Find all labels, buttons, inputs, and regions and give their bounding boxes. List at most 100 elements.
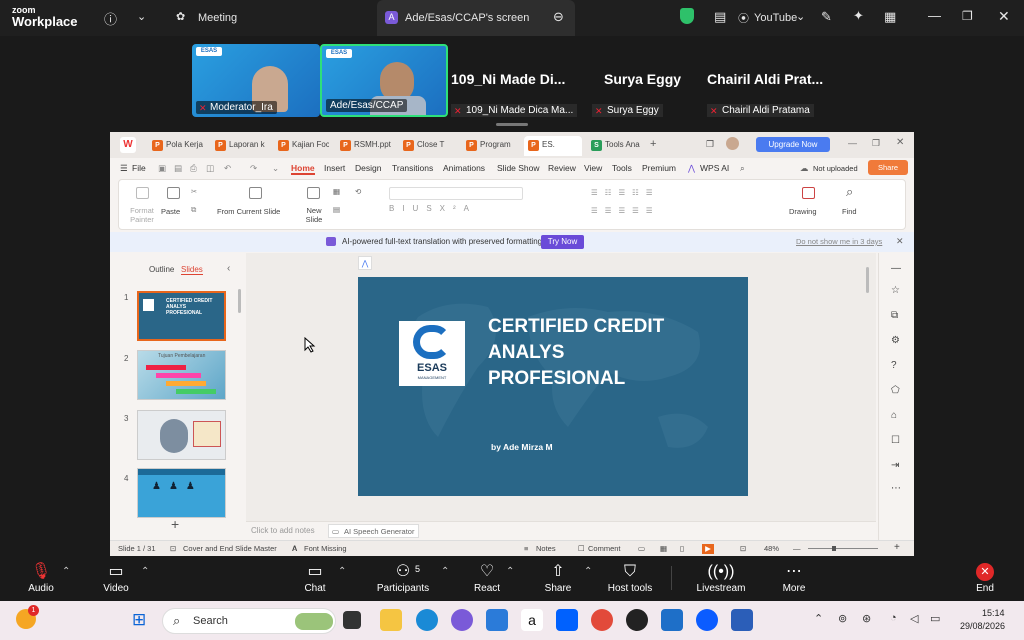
- menu-design[interactable]: Design: [355, 163, 381, 173]
- reading-view-icon[interactable]: ▯: [680, 544, 684, 553]
- chevron-down-icon[interactable]: ⌄: [137, 10, 146, 23]
- restore-icon[interactable]: ❐: [872, 138, 880, 149]
- menu-home[interactable]: Home: [291, 163, 315, 175]
- menu-slide-show[interactable]: Slide Show: [497, 163, 540, 173]
- youtube-label[interactable]: YouTube: [754, 12, 797, 24]
- document-tab[interactable]: P Pola Kerja: [148, 136, 206, 156]
- document-tab[interactable]: P Close T: [399, 136, 453, 156]
- collapse-panel-icon[interactable]: ‹: [227, 263, 230, 274]
- edge-icon[interactable]: [416, 609, 438, 631]
- undo-icon[interactable]: ↶: [224, 163, 231, 174]
- scrollbar[interactable]: [866, 267, 869, 293]
- info-icon[interactable]: ⓘ: [104, 9, 117, 28]
- tray-app-icon[interactable]: ⊚: [838, 612, 847, 625]
- menu-insert[interactable]: Insert: [324, 163, 345, 173]
- slide-thumbnail-4[interactable]: ♟♟♟: [137, 468, 226, 518]
- collapse-icon[interactable]: —: [891, 263, 901, 274]
- participant-tile[interactable]: Chairil Aldi Prat... ✕ Chairil Aldi Prata…: [707, 44, 837, 117]
- participant-tile-active-speaker[interactable]: ESAS Ade/Esas/CCAP: [320, 44, 448, 117]
- play-icon[interactable]: ▶: [702, 544, 714, 554]
- menu-view[interactable]: View: [584, 163, 602, 173]
- view-grid-icon[interactable]: ▦: [884, 9, 896, 25]
- chevron-up-icon[interactable]: ⌃: [62, 566, 70, 577]
- fit-icon[interactable]: ⊡: [740, 544, 746, 553]
- zoom-icon[interactable]: [696, 609, 718, 631]
- close-icon[interactable]: ✕: [896, 236, 904, 247]
- scrollbar[interactable]: [238, 289, 241, 313]
- notes-area[interactable]: Click to add notes ▭ AI Speech Generator: [246, 521, 876, 541]
- meeting-label[interactable]: Meeting: [198, 12, 237, 24]
- chevron-up-icon[interactable]: ⌃: [441, 566, 449, 577]
- current-slide[interactable]: ESAS MANAGEMENT CERTIFIED CREDIT ANALYS …: [358, 277, 748, 496]
- menu-tools[interactable]: Tools: [612, 163, 632, 173]
- window-list-icon[interactable]: ❐: [706, 139, 714, 150]
- new-slide-button[interactable]: New Slide: [302, 206, 326, 224]
- slide-thumbnail-3[interactable]: [137, 410, 226, 460]
- avatar[interactable]: [726, 137, 739, 150]
- comment-toggle[interactable]: Comment: [588, 544, 621, 553]
- tray-app-icon[interactable]: ⊛: [862, 612, 871, 625]
- photos-icon[interactable]: [661, 609, 683, 631]
- zoom-in-icon[interactable]: +: [894, 542, 900, 553]
- more-options-icon[interactable]: ⊖: [553, 9, 564, 25]
- copy-icon[interactable]: ⧉: [191, 205, 196, 215]
- chevron-up-icon[interactable]: ⌃: [141, 566, 149, 577]
- participant-tile[interactable]: ESAS ✕ Moderator_Ira: [192, 44, 320, 117]
- document-tab[interactable]: P Program: [462, 136, 517, 156]
- ai-assistant-icon[interactable]: ⋀: [358, 256, 372, 270]
- add-tab-icon[interactable]: +: [650, 138, 656, 150]
- chevron-up-icon[interactable]: ⌃: [814, 612, 823, 625]
- chevron-down-icon[interactable]: ⌄: [796, 10, 805, 23]
- alignment-icons[interactable]: ☰☰☰☰☰: [591, 206, 660, 215]
- redo-icon[interactable]: ↷: [250, 163, 257, 174]
- zoom-level[interactable]: 48%: [764, 544, 779, 553]
- zoom-out-icon[interactable]: —: [793, 544, 801, 553]
- notes-placeholder[interactable]: Click to add notes: [251, 526, 315, 535]
- audio-button[interactable]: 🎙 Audio: [6, 556, 76, 601]
- add-slide-icon[interactable]: +: [171, 516, 179, 532]
- video-button[interactable]: ▭ Video: [81, 556, 151, 601]
- notes-icon[interactable]: ▤: [714, 9, 726, 25]
- upgrade-button[interactable]: Upgrade Now: [756, 137, 830, 152]
- close-icon[interactable]: ✕: [998, 8, 1010, 25]
- amazon-icon[interactable]: a: [521, 609, 543, 631]
- participants-button[interactable]: ⚇ 5 Participants: [368, 556, 438, 601]
- react-button[interactable]: ♡ React: [452, 556, 522, 601]
- share-button[interactable]: ⇧ Share: [523, 556, 593, 601]
- livestream-button[interactable]: ((•)) Livestream: [686, 556, 756, 601]
- comment-icon[interactable]: ☐: [891, 435, 900, 446]
- ai-speech-generator-button[interactable]: ▭ AI Speech Generator: [328, 524, 420, 538]
- screen-share-tab[interactable]: A Ade/Esas/CCAP's screen ⊖: [377, 0, 575, 36]
- host-tools-button[interactable]: ⛉ Host tools: [595, 556, 665, 601]
- paragraph-icons[interactable]: ☰☷☰☷☰: [591, 188, 660, 197]
- menu-review[interactable]: Review: [548, 163, 576, 173]
- pen-icon[interactable]: ✎: [821, 9, 832, 25]
- slide-thumbnail-2[interactable]: Tujuan Pembelajaran: [137, 350, 226, 400]
- shape-icon[interactable]: ⬠: [891, 385, 900, 396]
- search-input[interactable]: ⌕ Search: [162, 608, 336, 634]
- battery-icon[interactable]: ▭: [930, 612, 940, 625]
- print-icon[interactable]: ⎙: [190, 163, 197, 174]
- wifi-icon[interactable]: ◔: [890, 612, 897, 624]
- menu-transitions[interactable]: Transitions: [392, 163, 433, 173]
- hamburger-icon[interactable]: ☰: [120, 163, 128, 174]
- participant-tile[interactable]: 109_Ni Made Di... ✕ 109_Ni Made Dica Ma..…: [451, 44, 581, 117]
- store-icon[interactable]: [486, 609, 508, 631]
- file-explorer-icon[interactable]: [380, 609, 402, 631]
- document-tab[interactable]: P RSMH.ppt: [336, 136, 392, 156]
- copilot-icon[interactable]: [451, 609, 473, 631]
- slide-thumbnail-1[interactable]: CERTIFIED CREDIT ANALYS PROFESIONAL: [137, 291, 226, 341]
- search-icon[interactable]: ⌕: [740, 163, 745, 174]
- normal-view-icon[interactable]: ▭: [638, 544, 645, 553]
- copy-icon[interactable]: ⧉: [891, 310, 898, 321]
- dropbox-icon[interactable]: [556, 609, 578, 631]
- tab-slides[interactable]: Slides: [181, 265, 203, 275]
- tab-outline[interactable]: Outline: [149, 265, 174, 274]
- more-icon[interactable]: ⌄: [272, 163, 279, 174]
- paste-button[interactable]: Paste: [161, 207, 180, 216]
- wps-logo-icon[interactable]: W: [120, 137, 136, 153]
- slide-editor-canvas[interactable]: ⋀ ESAS MANAGEMENT CERTIFIED CREDIT ANALY…: [246, 253, 876, 531]
- task-view-icon[interactable]: [343, 611, 361, 629]
- chevron-up-icon[interactable]: ⌃: [338, 566, 346, 577]
- save-icon[interactable]: ▣: [158, 163, 166, 174]
